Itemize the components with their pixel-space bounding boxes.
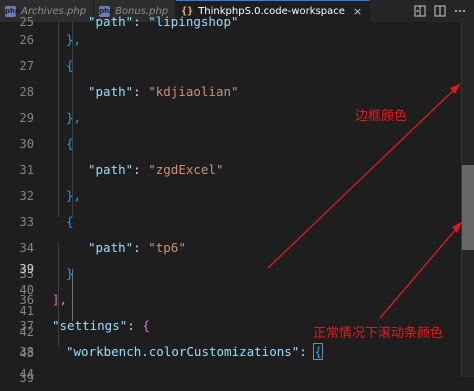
json-key: "path" [88, 240, 134, 255]
editor-actions [414, 0, 474, 22]
code-token: }, [66, 110, 82, 125]
json-key: "path" [88, 84, 134, 99]
line-number: 31 [19, 163, 34, 177]
vertical-scrollbar-thumb[interactable] [462, 165, 474, 250]
code-token: } [66, 266, 74, 281]
json-string: "kdjiaolian" [148, 84, 239, 99]
code-token: { [142, 318, 150, 333]
indent-guide [58, 22, 59, 217]
code-line: "path": "lipingshop" [88, 9, 239, 35]
line-number: 27 [19, 59, 34, 73]
json-key: "settings" [52, 318, 128, 333]
json-key: "path" [88, 162, 134, 177]
code-line: "path": "tp6" [88, 240, 186, 255]
code-line: "workbench.colorCustomizations": { [66, 343, 323, 360]
code-token: { [66, 214, 74, 229]
code-line: "path": "zgdExcel" [88, 162, 224, 177]
code-line: "settings": { [52, 318, 150, 333]
code-token: { [313, 343, 323, 360]
annotation-border-color: 边框颜色 [355, 109, 408, 124]
annotation-scrollbar-color: 正常情况下滚动条颜色 [313, 326, 444, 341]
line-number: 29 [19, 111, 34, 125]
code-line: { [66, 53, 74, 79]
code-line: }, [66, 27, 81, 53]
code-line: "path": "kdjiaolian" [88, 84, 239, 99]
compare-icon[interactable] [414, 5, 426, 17]
code-line: { [66, 209, 74, 235]
more-icon[interactable] [454, 5, 466, 17]
line-number: 33 [19, 215, 34, 229]
code-line: }, [66, 183, 81, 209]
code-token: }, [66, 188, 82, 203]
line-number: 26 [19, 33, 34, 47]
code-token: ], [52, 292, 68, 307]
code-line: ], [52, 287, 67, 313]
code-line: } [66, 261, 74, 287]
line-number: 30 [19, 137, 34, 151]
close-tab-icon[interactable]: × [353, 5, 362, 18]
code-line: }, [66, 105, 81, 131]
json-key: "workbench.colorCustomizations" [66, 344, 300, 359]
code-line: { [66, 131, 74, 157]
line-number: 32 [19, 189, 34, 203]
code-token: { [66, 136, 74, 151]
code-token: { [66, 58, 74, 73]
code-token: "path": "lipingshop" [88, 14, 239, 29]
split-editor-icon[interactable] [434, 5, 446, 17]
code-token: }, [66, 32, 82, 47]
line-number: 28 [19, 85, 34, 99]
json-string: "tp6" [148, 240, 186, 255]
line-number: 44 [19, 367, 34, 381]
json-string: "zgdExcel" [148, 162, 224, 177]
